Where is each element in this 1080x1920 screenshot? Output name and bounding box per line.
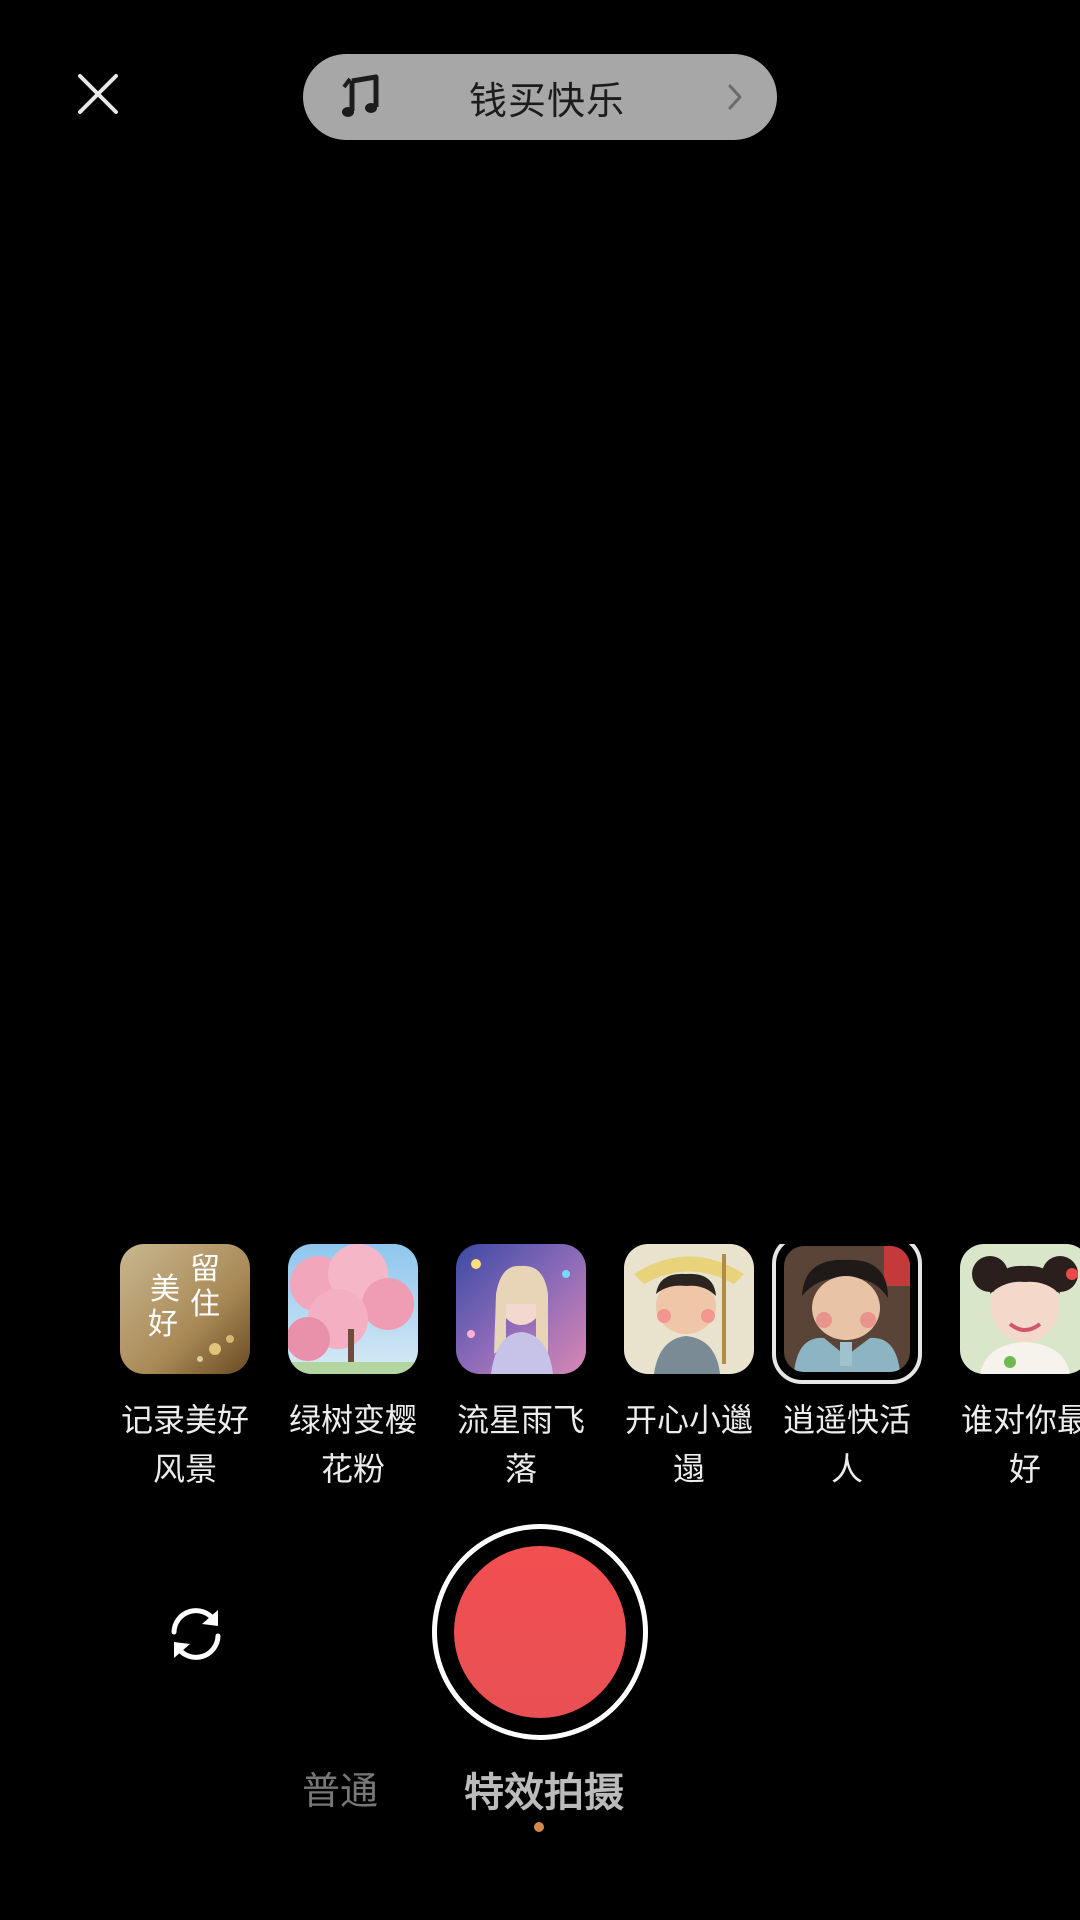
effect-thumbnail [960, 1244, 1080, 1374]
active-mode-indicator [534, 1822, 544, 1832]
music-note-icon [339, 72, 389, 122]
record-button[interactable] [432, 1524, 648, 1740]
mode-tab-effect[interactable]: 特效拍摄 [464, 1760, 624, 1818]
effect-thumbnail [456, 1244, 586, 1374]
record-button-core [454, 1546, 626, 1718]
effect-thumbnail [784, 1246, 910, 1372]
effect-label: 流星雨飞落 [456, 1401, 585, 1488]
effect-thumbnail [624, 1244, 754, 1374]
flip-camera-icon [171, 1608, 221, 1660]
effect-label: 开心小邋遢 [624, 1401, 753, 1488]
effect-item[interactable]: 谁对你最好 [950, 1244, 1080, 1494]
effect-item[interactable]: 绿树变樱 花粉 [278, 1244, 428, 1494]
chevron-right-icon [717, 77, 753, 117]
effect-item[interactable]: 开心小邋遢 [614, 1244, 764, 1494]
svg-text:住: 住 [190, 1287, 220, 1322]
effect-thumbnail [288, 1244, 418, 1374]
mode-tab-normal[interactable]: 普通 [302, 1760, 378, 1815]
effect-label: 逍遥快活人 [782, 1401, 911, 1488]
song-title: 钱买快乐 [468, 78, 625, 123]
effect-item[interactable]: 美 留 住 好 记录美好 风景 [110, 1244, 260, 1494]
svg-text:好: 好 [148, 1307, 178, 1342]
mode-tabs: 普通 特效拍摄 [0, 1760, 1080, 1820]
effect-item-selected[interactable]: 逍遥快活人 [772, 1244, 922, 1494]
svg-text:美: 美 [150, 1272, 180, 1307]
close-button[interactable] [62, 58, 134, 130]
effect-thumbnail: 美 留 住 好 [120, 1244, 250, 1374]
music-selector[interactable]: 钱买快乐 [303, 54, 777, 140]
effect-label: 绿树变樱 花粉 [288, 1401, 417, 1488]
effects-carousel[interactable]: 美 留 住 好 记录美好 风景 绿树变樱 花粉 流星雨飞 落 开心小邋 遢 逍遥… [110, 1244, 1080, 1504]
svg-text:留: 留 [190, 1252, 220, 1287]
flip-camera-button[interactable] [160, 1598, 232, 1670]
close-icon [78, 74, 118, 114]
effect-item[interactable]: 流星雨飞落 [446, 1244, 596, 1494]
effect-label: 记录美好 风景 [120, 1401, 249, 1488]
effect-label: 谁对你最好 [960, 1401, 1080, 1488]
